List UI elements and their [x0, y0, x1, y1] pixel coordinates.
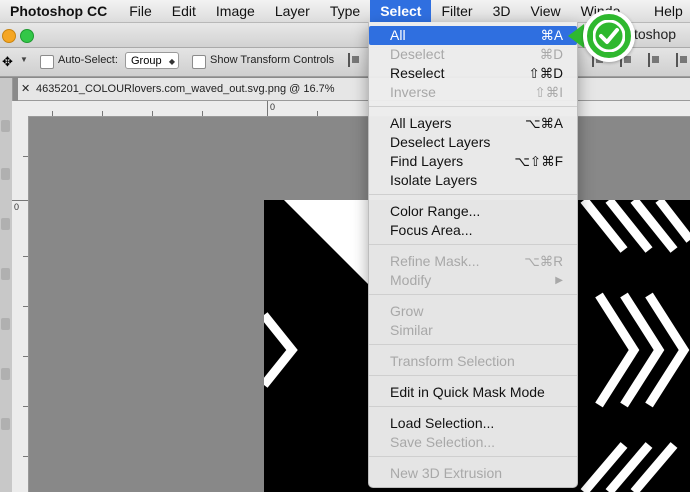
close-document-icon[interactable]: ✕: [21, 78, 30, 100]
menu-item-inverse[interactable]: Inverse ⇧⌘I: [369, 83, 577, 102]
horizontal-ruler[interactable]: 0: [12, 101, 690, 117]
menu-separator: [369, 244, 577, 245]
menu-item-color-range[interactable]: Color Range...: [369, 202, 577, 221]
ruler-left-zero-label: 0: [14, 202, 20, 212]
menu-bar: Photoshop CC File Edit Image Layer Type …: [0, 0, 690, 23]
menu-item-similar[interactable]: Similar: [369, 321, 577, 340]
menu-separator: [369, 294, 577, 295]
tool-icon[interactable]: [1, 368, 10, 380]
menu-item-deselect[interactable]: Deselect ⌘D: [369, 45, 577, 64]
menu-separator: [369, 344, 577, 345]
menu-item-new-3d-extrusion[interactable]: New 3D Extrusion: [369, 464, 577, 483]
menu-3d[interactable]: 3D: [483, 0, 521, 22]
menu-item-grow[interactable]: Grow: [369, 302, 577, 321]
tool-icon[interactable]: [1, 418, 10, 430]
tool-icon[interactable]: [1, 120, 10, 132]
minimize-window-button[interactable]: [2, 29, 16, 43]
auto-select-label: Auto-Select:: [58, 54, 118, 66]
menu-separator: [369, 106, 577, 107]
menu-separator: [369, 194, 577, 195]
vertical-ruler[interactable]: 0: [12, 116, 29, 492]
menu-separator: [369, 456, 577, 457]
menu-item-quick-mask-mode[interactable]: Edit in Quick Mask Mode: [369, 383, 577, 402]
menu-item-deselect-layers[interactable]: Deselect Layers: [369, 133, 577, 152]
menu-item-save-selection[interactable]: Save Selection...: [369, 433, 577, 452]
document-tab[interactable]: ✕ 4635201_COLOURlovers.com_waved_out.svg…: [18, 78, 690, 101]
menu-select[interactable]: Select: [370, 0, 432, 22]
menu-separator: [369, 375, 577, 376]
auto-select-value: Group: [131, 55, 162, 67]
menu-view[interactable]: View: [521, 0, 571, 22]
menu-filter[interactable]: Filter: [431, 0, 482, 22]
tool-preset-chevron-down-icon[interactable]: ▼: [20, 55, 28, 64]
tool-icon[interactable]: [1, 318, 10, 330]
menu-item-modify[interactable]: Modify ▶: [369, 271, 577, 290]
auto-select-dropdown[interactable]: Group ◆: [125, 52, 179, 69]
menu-help[interactable]: Help: [644, 0, 690, 22]
tool-icon[interactable]: [1, 168, 10, 180]
show-transform-controls-checkbox[interactable]: [192, 55, 206, 69]
menu-item-find-layers[interactable]: Find Layers ⌥⇧⌘F: [369, 152, 577, 171]
tool-icon[interactable]: [1, 218, 10, 230]
menu-item-load-selection[interactable]: Load Selection...: [369, 414, 577, 433]
auto-select-checkbox[interactable]: [40, 55, 54, 69]
menu-edit[interactable]: Edit: [162, 0, 206, 22]
menu-image[interactable]: Image: [206, 0, 265, 22]
show-transform-controls-label: Show Transform Controls: [210, 54, 335, 66]
tool-icon[interactable]: [1, 268, 10, 280]
window-title: toshop: [634, 26, 677, 42]
callout-pointer: [568, 24, 584, 48]
menu-item-all-layers[interactable]: All Layers ⌥⌘A: [369, 114, 577, 133]
checkmark-icon: [583, 10, 635, 62]
updown-chevron-icon: ◆: [168, 57, 175, 66]
menu-item-isolate-layers[interactable]: Isolate Layers: [369, 171, 577, 190]
menu-separator: [369, 406, 577, 407]
menu-item-transform-selection[interactable]: Transform Selection: [369, 352, 577, 371]
document-tab-title: 4635201_COLOURlovers.com_waved_out.svg.p…: [36, 83, 335, 95]
ruler-top-zero-label: 0: [270, 102, 276, 112]
distribute-right-icon[interactable]: [648, 53, 662, 67]
menu-item-all[interactable]: All ⌘A: [369, 26, 577, 45]
menu-file[interactable]: File: [119, 0, 162, 22]
select-menu-dropdown: All ⌘A Deselect ⌘D Reselect ⇧⌘D Inverse …: [368, 22, 578, 488]
menu-type[interactable]: Type: [320, 0, 370, 22]
menu-layer[interactable]: Layer: [265, 0, 320, 22]
auto-align-icon[interactable]: [676, 53, 690, 67]
menu-item-refine-mask[interactable]: Refine Mask... ⌥⌘R: [369, 252, 577, 271]
move-icon[interactable]: ✥: [2, 54, 13, 70]
menu-item-focus-area[interactable]: Focus Area...: [369, 221, 577, 240]
zoom-window-button[interactable]: [20, 29, 34, 43]
submenu-arrow-icon: ▶: [555, 275, 563, 286]
align-left-edges-icon[interactable]: [348, 53, 362, 67]
menu-app-photoshop[interactable]: Photoshop CC: [0, 0, 119, 22]
menu-item-reselect[interactable]: Reselect ⇧⌘D: [369, 64, 577, 83]
